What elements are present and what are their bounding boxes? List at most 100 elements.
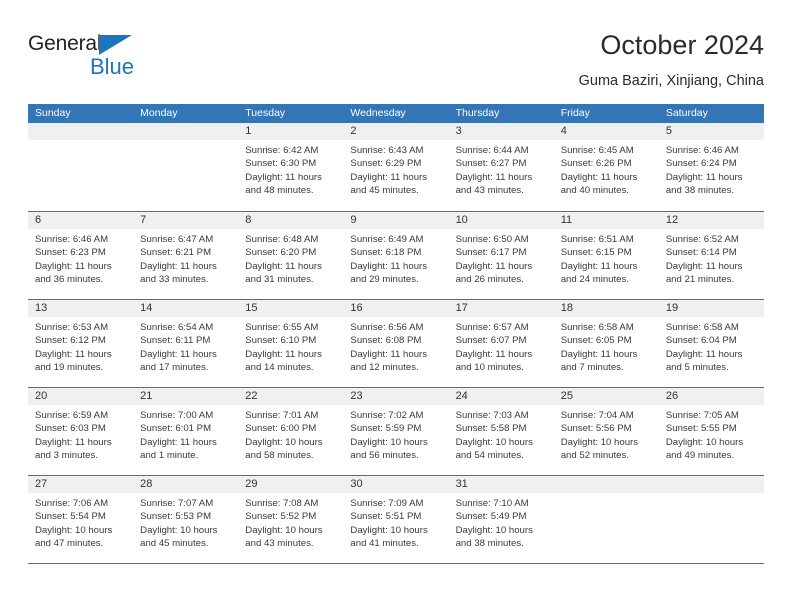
day-info-line: and 40 minutes. (560, 184, 629, 196)
day-info-line: Sunrise: 7:05 AM (665, 410, 739, 421)
calendar-day-cell[interactable]: 23 Sunrise: 7:02 AM Sunset: 5:59 PM Dayligh… (343, 388, 449, 475)
day-info-line: Daylight: 11 hours (560, 171, 638, 183)
calendar-day-cell[interactable]: 3 Sunrise: 6:44 AM Sunset: 6:27 PM Daylight… (448, 123, 554, 211)
day-number: 18 (553, 300, 659, 317)
day-sun-info: Sunrise: 7:05 AM Sunset: 5:55 PM Daylight:… (659, 405, 764, 462)
day-info-line: Daylight: 11 hours (245, 171, 322, 183)
day-info-line: Sunrise: 7:08 AM (245, 498, 319, 509)
day-sun-info: Sunrise: 7:10 AM Sunset: 5:49 PM Daylight:… (449, 493, 554, 550)
calendar-day-cell[interactable]: 14 Sunrise: 6:54 AM Sunset: 6:11 PM Dayligh… (133, 300, 239, 387)
day-sun-info: Sunrise: 7:01 AM Sunset: 6:00 PM Daylight:… (238, 405, 343, 462)
calendar-day-cell[interactable]: 9 Sunrise: 6:49 AM Sunset: 6:18 PM Daylight… (343, 212, 449, 299)
day-info-line: Sunrise: 6:50 AM (455, 234, 529, 245)
calendar-day-cell[interactable]: 17 Sunrise: 6:57 AM Sunset: 6:07 PM Dayligh… (448, 300, 554, 387)
calendar-day-cell[interactable]: 10 Sunrise: 6:50 AM Sunset: 6:17 PM Dayligh… (448, 212, 554, 299)
day-info-line: and 31 minutes. (245, 273, 314, 285)
weekday-header-sunday: Sunday (35, 107, 71, 119)
calendar-day-cell[interactable]: 2 Sunrise: 6:43 AM Sunset: 6:29 PM Daylight… (343, 123, 449, 211)
day-info-line: Sunrise: 7:03 AM (455, 410, 529, 421)
day-info-line: and 29 minutes. (350, 273, 419, 285)
day-info-line: and 19 minutes. (35, 361, 104, 373)
day-info-line: Sunset: 6:24 PM (665, 158, 737, 170)
day-info-line: Daylight: 11 hours (140, 260, 217, 272)
day-info-line: and 58 minutes. (245, 449, 314, 461)
day-number: 17 (448, 300, 554, 317)
calendar-day-cell[interactable]: 22 Sunrise: 7:01 AM Sunset: 6:00 PM Dayligh… (238, 388, 344, 475)
calendar-day-cell[interactable]: 11 Sunrise: 6:51 AM Sunset: 6:15 PM Dayligh… (553, 212, 659, 299)
calendar-day-cell[interactable]: 4 Sunrise: 6:45 AM Sunset: 6:26 PM Daylight… (553, 123, 659, 211)
day-info-line: Daylight: 11 hours (665, 171, 743, 183)
calendar-day-cell[interactable]: 25 Sunrise: 7:04 AM Sunset: 5:56 PM Dayligh… (553, 388, 659, 475)
day-info-line: Daylight: 11 hours (245, 260, 322, 272)
day-info-line: Sunrise: 7:06 AM (35, 498, 109, 509)
day-number: 16 (343, 300, 449, 317)
calendar-day-cell[interactable]: 15 Sunrise: 6:55 AM Sunset: 6:10 PM Dayligh… (238, 300, 344, 387)
calendar-day-cell[interactable]: 8 Sunrise: 6:48 AM Sunset: 6:20 PM Daylight… (238, 212, 344, 299)
day-number: 7 (133, 212, 239, 229)
day-sun-info (659, 493, 764, 497)
day-info-line: and 21 minutes. (665, 273, 735, 285)
calendar-day-cell[interactable]: 21 Sunrise: 7:00 AM Sunset: 6:01 PM Dayligh… (133, 388, 239, 475)
calendar-day-cell[interactable]: 24 Sunrise: 7:03 AM Sunset: 5:58 PM Dayligh… (448, 388, 554, 475)
day-number: 26 (658, 388, 764, 405)
day-info-line: Sunset: 6:26 PM (560, 158, 632, 170)
day-sun-info: Sunrise: 6:54 AM Sunset: 6:11 PM Daylight:… (133, 317, 238, 374)
calendar-day-cell[interactable]: 29 Sunrise: 7:08 AM Sunset: 5:52 PM Dayligh… (238, 476, 344, 563)
day-info-line: Daylight: 10 hours (455, 524, 533, 536)
calendar-day-cell[interactable]: 27 Sunrise: 7:06 AM Sunset: 5:54 PM Dayligh… (28, 476, 134, 563)
calendar-day-cell[interactable]: 6 Sunrise: 6:46 AM Sunset: 6:23 PM Daylight… (28, 212, 134, 299)
calendar-day-cell[interactable]: 30 Sunrise: 7:09 AM Sunset: 5:51 PM Dayligh… (343, 476, 449, 563)
day-info-line: Daylight: 11 hours (350, 171, 428, 183)
day-info-line: and 3 minutes. (35, 449, 98, 461)
day-info-line: and 26 minutes. (455, 273, 524, 285)
day-number: 20 (28, 388, 134, 405)
day-info-line: Sunrise: 7:10 AM (455, 498, 529, 509)
general-blue-logo[interactable]: General Blue (28, 32, 158, 88)
day-info-line: Sunrise: 6:57 AM (455, 322, 529, 333)
calendar-day-cell[interactable]: 20 Sunrise: 6:59 AM Sunset: 6:03 PM Dayligh… (28, 388, 134, 475)
calendar-day-cell[interactable]: 12 Sunrise: 6:52 AM Sunset: 6:14 PM Dayligh… (658, 212, 764, 299)
calendar-grid: Sunday Monday Tuesday Wednesday Thursday… (28, 104, 764, 564)
day-info-line: Daylight: 11 hours (350, 260, 428, 272)
day-number (28, 123, 134, 140)
calendar-day-cell[interactable]: 28 Sunrise: 7:07 AM Sunset: 5:53 PM Dayligh… (133, 476, 239, 563)
day-info-line: Sunrise: 6:49 AM (350, 234, 424, 245)
calendar-day-cell[interactable]: 5 Sunrise: 6:46 AM Sunset: 6:24 PM Daylight… (658, 123, 764, 211)
calendar-day-cell[interactable]: 31 Sunrise: 7:10 AM Sunset: 5:49 PM Dayligh… (448, 476, 554, 563)
weekday-header-friday: Friday (560, 107, 590, 119)
calendar-day-cell[interactable]: 7 Sunrise: 6:47 AM Sunset: 6:21 PM Daylight… (133, 212, 239, 299)
day-info-line: and 38 minutes. (665, 184, 735, 196)
calendar-day-cell[interactable]: 18 Sunrise: 6:58 AM Sunset: 6:05 PM Dayligh… (553, 300, 659, 387)
calendar-day-cell[interactable]: 19 Sunrise: 6:58 AM Sunset: 6:04 PM Dayligh… (658, 300, 764, 387)
day-sun-info: Sunrise: 7:08 AM Sunset: 5:52 PM Daylight:… (238, 493, 343, 550)
calendar-day-cell[interactable]: 16 Sunrise: 6:56 AM Sunset: 6:08 PM Dayligh… (343, 300, 449, 387)
day-number: 8 (238, 212, 344, 229)
day-info-line: Daylight: 11 hours (245, 348, 322, 360)
day-info-line: Daylight: 11 hours (455, 348, 533, 360)
calendar-bottom-rule (28, 563, 764, 564)
day-sun-info: Sunrise: 6:52 AM Sunset: 6:14 PM Daylight:… (659, 229, 764, 286)
calendar-page: General Blue October 2024 Guma Baziri, X… (0, 0, 792, 612)
calendar-day-cell[interactable]: 13 Sunrise: 6:53 AM Sunset: 6:12 PM Dayligh… (28, 300, 134, 387)
calendar-week-row: 27 Sunrise: 7:06 AM Sunset: 5:54 PM Dayligh… (28, 475, 764, 563)
weekday-header-monday: Monday (140, 107, 178, 119)
day-sun-info: Sunrise: 7:03 AM Sunset: 5:58 PM Daylight:… (449, 405, 554, 462)
calendar-week-row: 1 Sunrise: 6:42 AM Sunset: 6:30 PM Daylight… (28, 123, 764, 211)
day-info-line: Daylight: 11 hours (140, 436, 217, 448)
weekday-header-saturday: Saturday (665, 107, 708, 119)
day-number: 13 (28, 300, 134, 317)
day-info-line: Daylight: 11 hours (35, 436, 112, 448)
day-info-line: and 43 minutes. (455, 184, 524, 196)
day-info-line: Sunset: 5:49 PM (455, 511, 527, 523)
day-info-line: Sunrise: 7:01 AM (245, 410, 319, 421)
calendar-day-cell[interactable]: 1 Sunrise: 6:42 AM Sunset: 6:30 PM Daylight… (238, 123, 344, 211)
day-info-line: Sunset: 6:18 PM (350, 247, 422, 259)
calendar-day-cell-empty (133, 123, 239, 211)
day-sun-info: Sunrise: 7:02 AM Sunset: 5:59 PM Daylight:… (343, 405, 448, 462)
day-info-line: Sunset: 6:00 PM (245, 423, 317, 435)
day-sun-info: Sunrise: 6:56 AM Sunset: 6:08 PM Daylight:… (343, 317, 448, 374)
calendar-day-cell[interactable]: 26 Sunrise: 7:05 AM Sunset: 5:55 PM Dayligh… (658, 388, 764, 475)
day-info-line: Sunset: 6:01 PM (140, 423, 212, 435)
logo-text-general: General (28, 32, 102, 55)
day-info-line: and 33 minutes. (140, 273, 209, 285)
